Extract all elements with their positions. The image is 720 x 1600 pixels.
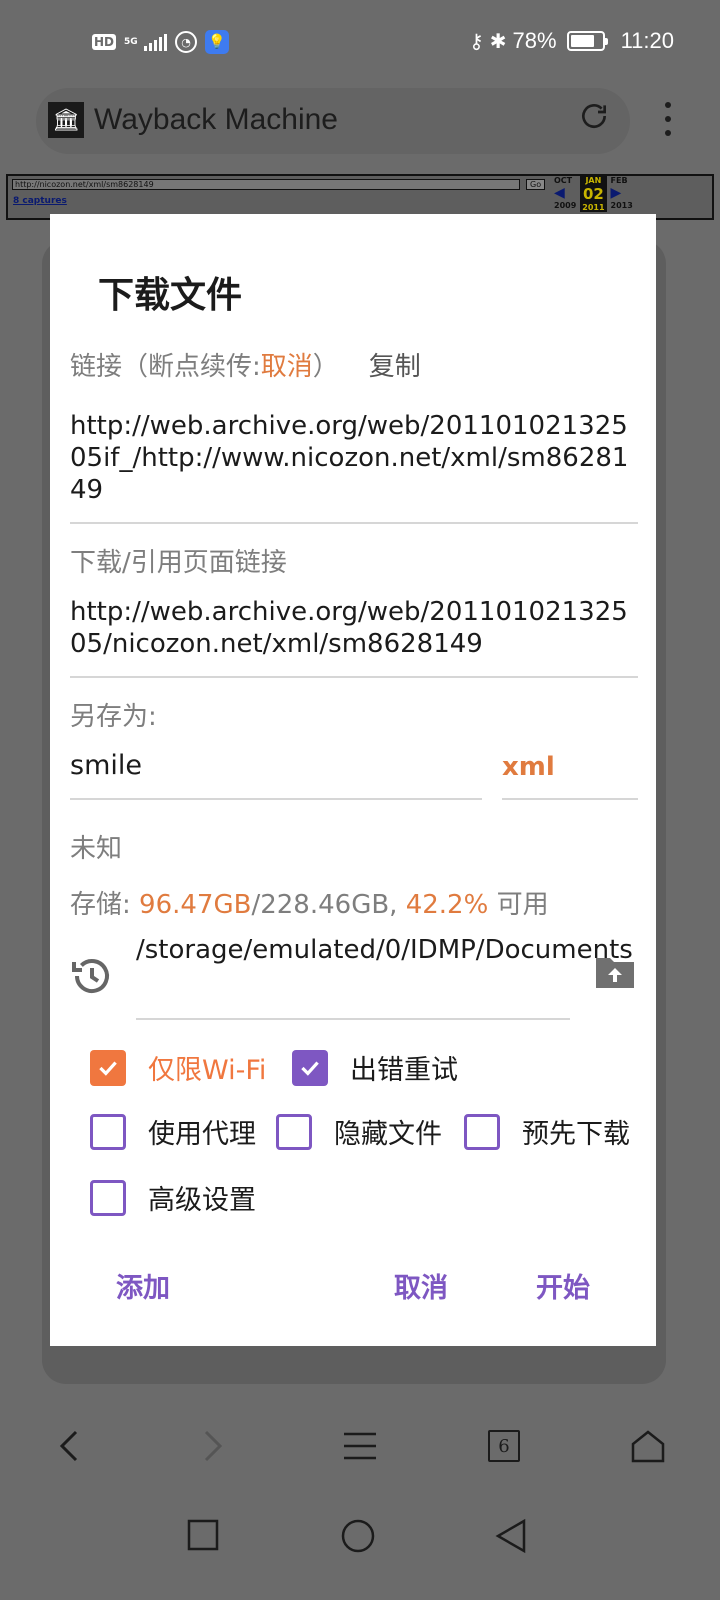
site-logo-icon: 🏛 [48, 102, 84, 138]
tab-count: 6 [488, 1430, 520, 1462]
back-nav-icon[interactable] [494, 1518, 534, 1558]
bluetooth-icon: ✱ [489, 30, 507, 53]
status-bar: HD 5G ◔ 💡 ⚷ ✱ 78% 11:20 [0, 0, 720, 90]
battery-percent: 78% [512, 28, 557, 53]
home-icon[interactable] [626, 1424, 670, 1468]
page-title: Wayback Machine [94, 103, 338, 136]
clock: 11:20 [620, 28, 674, 53]
system-nav-bar [0, 1490, 720, 1600]
hd-badge: HD [92, 34, 117, 50]
option-label: 隐藏文件 [334, 1119, 442, 1150]
browser-bottom-bar: 6 [0, 1406, 720, 1486]
dialog-title: 下载文件 [98, 275, 243, 316]
resume-cancel-link[interactable]: 取消 [261, 352, 313, 382]
file-size: 未知 [70, 834, 123, 864]
wayback-go-button[interactable]: Go [526, 179, 546, 190]
download-dialog: 下载文件 链接（断点续传:取消） 复制 http://web.archive.or… [50, 214, 656, 1346]
menu-icon[interactable] [338, 1424, 382, 1468]
option-use-proxy[interactable]: 使用代理 [90, 1112, 256, 1151]
checkbox-unchecked[interactable] [464, 1113, 500, 1150]
divider [502, 798, 638, 800]
bulb-icon: 💡 [205, 30, 230, 54]
signal-icon [144, 33, 168, 51]
link-label: 链接（断点续传:取消） 复制 [70, 352, 421, 382]
option-label: 高级设置 [148, 1185, 256, 1216]
file-name-field[interactable]: smile [70, 750, 142, 781]
save-path-field[interactable]: /storage/emulated/0/IDMP/Documents [136, 934, 633, 967]
forward-icon[interactable] [190, 1424, 234, 1468]
referer-label: 下载/引用页面链接 [70, 548, 287, 578]
status-right-icons: ⚷ ✱ 78% 11:20 [469, 28, 674, 54]
option-pre-download[interactable]: 预先下载 [464, 1112, 630, 1151]
file-extension-field[interactable]: xml [502, 752, 555, 782]
checkbox-checked[interactable] [292, 1049, 328, 1086]
wayback-captures-link[interactable]: 8 captures [13, 196, 67, 206]
checkbox-checked[interactable] [90, 1049, 126, 1086]
battery-icon [566, 31, 608, 51]
history-icon[interactable] [68, 952, 116, 1000]
timer-icon: ◔ [175, 31, 198, 53]
option-advanced-settings[interactable]: 高级设置 [90, 1178, 256, 1217]
save-as-label: 另存为: [70, 702, 157, 732]
referer-url-field[interactable]: http://web.archive.org/web/2011010213250… [70, 596, 640, 660]
more-menu-icon[interactable] [658, 102, 678, 142]
option-hide-file[interactable]: 隐藏文件 [276, 1112, 442, 1151]
checkbox-unchecked[interactable] [276, 1113, 312, 1150]
vpn-key-icon: ⚷ [469, 30, 484, 53]
option-label: 出错重试 [350, 1055, 458, 1086]
checkbox-unchecked[interactable] [90, 1179, 126, 1216]
option-label: 仅限Wi-Fi [148, 1055, 267, 1086]
start-button[interactable]: 开始 [536, 1266, 590, 1305]
option-wifi-only[interactable]: 仅限Wi-Fi [90, 1048, 266, 1087]
back-icon[interactable] [48, 1424, 92, 1468]
option-label: 使用代理 [148, 1119, 256, 1150]
option-retry-on-error[interactable]: 出错重试 [292, 1048, 458, 1087]
divider [70, 676, 638, 678]
folder-upload-icon[interactable] [594, 954, 636, 990]
divider [70, 798, 482, 800]
checkbox-unchecked[interactable] [90, 1113, 126, 1150]
address-bar[interactable]: 🏛 Wayback Machine [36, 88, 630, 154]
cancel-button[interactable]: 取消 [394, 1266, 448, 1305]
tabs-button[interactable]: 6 [482, 1424, 526, 1468]
reload-icon[interactable] [578, 100, 610, 140]
divider [136, 1018, 570, 1020]
wayback-calendar: OCT ◀ 2009 JAN 02 2011 FEB ▶ 2013 [554, 176, 633, 212]
recents-icon[interactable] [186, 1518, 226, 1558]
copy-link-button[interactable]: 复制 [369, 352, 421, 382]
divider [70, 522, 638, 524]
wayback-url-input[interactable]: http://nicozon.net/xml/sm8628149 [12, 179, 520, 190]
home-nav-icon[interactable] [340, 1518, 380, 1558]
storage-info: 存储: 96.47GB/228.46GB, 42.2% 可用 [70, 890, 549, 920]
wayback-month[interactable]: FEB ▶ 2013 [611, 176, 633, 212]
status-left-icons: HD 5G ◔ 💡 [92, 30, 230, 54]
wayback-month[interactable]: OCT ◀ 2009 [554, 176, 576, 212]
download-url-field[interactable]: http://web.archive.org/web/2011010213250… [70, 410, 640, 506]
wayback-month-current: JAN 02 2011 [580, 176, 607, 212]
add-button[interactable]: 添加 [116, 1266, 170, 1305]
network-type: 5G [124, 36, 138, 47]
option-label: 预先下载 [522, 1119, 630, 1150]
